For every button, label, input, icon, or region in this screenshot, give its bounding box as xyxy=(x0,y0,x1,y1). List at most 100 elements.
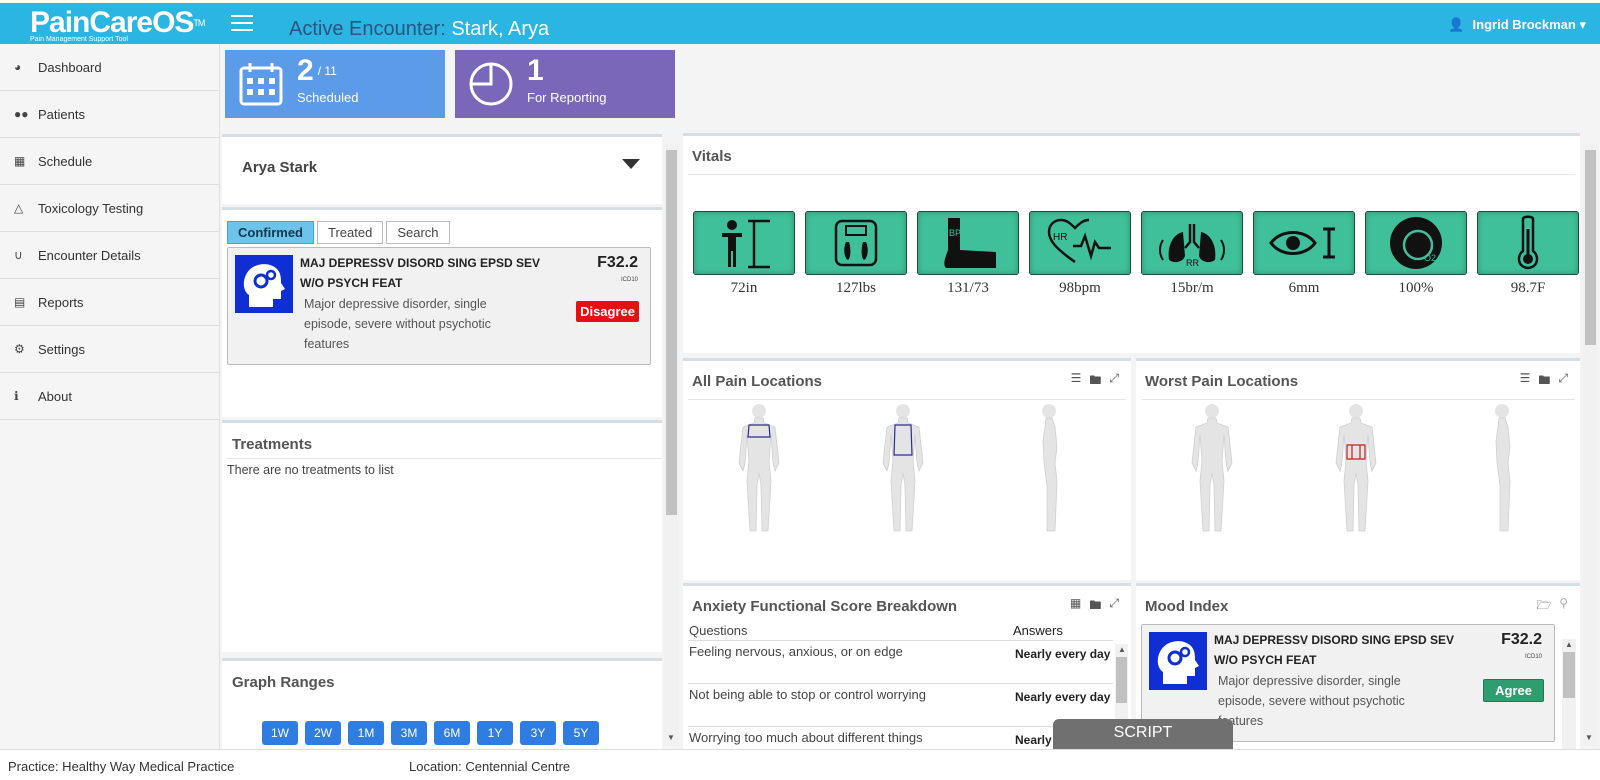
scheduled-tile[interactable]: 2/ 11 Scheduled xyxy=(225,50,445,118)
anxiety-title: Anxiety Functional Score Breakdown xyxy=(692,598,958,615)
vital-badge: BP xyxy=(949,228,961,238)
reporting-tile[interactable]: 1 For Reporting xyxy=(455,50,675,118)
logo[interactable]: PainCareOSTM Pain Management Support Too… xyxy=(30,8,205,44)
vital-temperature[interactable]: 98.7F xyxy=(1477,211,1579,297)
users-icon: ●● xyxy=(14,107,29,121)
vital-value: 98bpm xyxy=(1059,280,1101,296)
agree-button[interactable]: Agree xyxy=(1483,679,1544,702)
vital-oxygen[interactable]: O2 100% xyxy=(1365,211,1467,297)
oxygen-icon: O2 xyxy=(1365,211,1467,275)
expand-icon[interactable]: ⤢ xyxy=(1558,371,1568,392)
vital-value: 72in xyxy=(730,280,758,296)
sidebar-item-about[interactable]: ℹ About xyxy=(0,373,219,420)
eye-icon xyxy=(1253,211,1355,275)
sidebar-item-patients[interactable]: ●● Patients xyxy=(0,91,219,138)
vital-respiration[interactable]: RR 15br/m xyxy=(1141,211,1243,297)
blood-pressure-icon: BP xyxy=(917,211,1019,275)
vital-badge: O2 xyxy=(1424,253,1436,263)
answer-text: Nearly every day xyxy=(1015,647,1111,661)
body-diagram[interactable] xyxy=(1136,401,1580,541)
code-system: ICD10 xyxy=(620,277,638,283)
expand-icon[interactable]: ⤢ xyxy=(1109,371,1119,392)
body-diagram[interactable] xyxy=(683,401,1131,541)
encounter-patient: Stark, Arya xyxy=(451,18,550,40)
page-scrollbar[interactable]: ▼ xyxy=(1582,144,1598,746)
vital-height[interactable]: 72in xyxy=(693,211,795,297)
diagnosis-title: MAJ DEPRESSV DISORD SING EPSD SEV W/O PS… xyxy=(300,256,541,290)
range-1w-button[interactable]: 1W xyxy=(262,721,298,745)
lungs-icon: RR xyxy=(1141,211,1243,275)
vitals-title: Vitals xyxy=(692,148,732,165)
sidebar-item-settings[interactable]: ⚙ Settings xyxy=(0,326,219,373)
vital-value: 127lbs xyxy=(835,280,876,296)
search-icon[interactable]: ⚲ xyxy=(1559,596,1568,617)
sidebar-item-toxicology[interactable]: △ Toxicology Testing xyxy=(0,185,219,232)
treatments-empty: There are no treatments to list xyxy=(227,463,394,477)
range-2w-button[interactable]: 2W xyxy=(305,721,341,745)
answer-text: Nearly every day xyxy=(1015,690,1111,704)
folder-icon[interactable]: 🖿 xyxy=(1089,371,1101,392)
mood-index-title: Mood Index xyxy=(1145,598,1229,615)
column-header-questions: Questions xyxy=(689,623,748,638)
scale-icon xyxy=(805,211,907,275)
encounter-title: Active Encounter: Stark, Arya xyxy=(289,18,549,41)
mood-scrollbar[interactable]: ▲ xyxy=(1562,639,1576,750)
table-row: Not being able to stop or control worryi… xyxy=(688,684,1113,727)
question-text: Not being able to stop or control worryi… xyxy=(689,687,927,702)
list-icon[interactable]: ☰ xyxy=(1071,371,1082,392)
sidebar-item-label: Encounter Details xyxy=(38,247,141,263)
folder-icon[interactable]: 🖿 xyxy=(1538,371,1550,392)
grid-icon[interactable]: ▦ xyxy=(1070,596,1081,617)
left-column-scrollbar[interactable]: ▼ xyxy=(664,144,679,746)
vital-weight[interactable]: 127lbs xyxy=(805,211,907,297)
question-text: Feeling nervous, anxious, or on edge xyxy=(689,644,903,659)
tab-treated[interactable]: Treated xyxy=(317,221,384,244)
range-3y-button[interactable]: 3Y xyxy=(520,721,556,745)
range-3m-button[interactable]: 3M xyxy=(391,721,427,745)
menu-toggle-icon[interactable] xyxy=(231,15,253,31)
vital-badge: HR xyxy=(1053,232,1067,243)
user-name: Ingrid Brockman xyxy=(1472,17,1576,32)
script-button[interactable]: SCRIPT xyxy=(1053,719,1233,751)
vital-blood-pressure[interactable]: BP 131/73 xyxy=(917,211,1019,297)
cogs-icon: ⚙ xyxy=(14,342,25,356)
range-6m-button[interactable]: 6M xyxy=(434,721,470,745)
range-1m-button[interactable]: 1M xyxy=(348,721,384,745)
all-pain-panel: All Pain Locations ☰ 🖿 ⤢ xyxy=(683,358,1131,580)
practice-label: Practice: Healthy Way Medical Practice xyxy=(8,759,235,774)
tab-search[interactable]: Search xyxy=(386,221,450,244)
caret-down-icon: ▾ xyxy=(1579,17,1586,32)
calendar-icon xyxy=(225,50,297,118)
sidebar-item-label: Settings xyxy=(38,341,85,357)
heart-rate-icon: HR xyxy=(1029,211,1131,275)
column-header-answers: Answers xyxy=(1013,623,1063,638)
height-icon xyxy=(693,211,795,275)
diagnosis-card: MAJ DEPRESSV DISORD SING EPSD SEV W/O PS… xyxy=(227,247,651,365)
vital-value: 100% xyxy=(1398,280,1434,296)
bar-chart-icon: ▤ xyxy=(14,295,26,309)
list-icon[interactable]: ☰ xyxy=(1520,371,1531,392)
range-5y-button[interactable]: 5Y xyxy=(563,721,599,745)
caret-down-icon[interactable] xyxy=(622,159,640,169)
treatments-title: Treatments xyxy=(232,436,313,453)
vital-pupil[interactable]: 6mm xyxy=(1253,211,1355,297)
patient-selector[interactable]: Arya Stark xyxy=(222,134,662,204)
pie-chart-icon xyxy=(455,50,527,118)
disagree-button[interactable]: Disagree xyxy=(576,301,639,322)
diagnosis-code: F32.2 xyxy=(597,254,638,271)
sidebar-item-dashboard[interactable]: ◕ Dashboard xyxy=(0,44,219,91)
vital-heart-rate[interactable]: HR 98bpm xyxy=(1029,211,1131,297)
sidebar-item-schedule[interactable]: ▦ Schedule xyxy=(0,138,219,185)
expand-icon[interactable]: ⤢ xyxy=(1109,596,1119,617)
range-1y-button[interactable]: 1Y xyxy=(477,721,513,745)
user-menu[interactable]: 👤 Ingrid Brockman ▾ xyxy=(1448,17,1586,33)
graph-ranges-title: Graph Ranges xyxy=(232,674,335,691)
sidebar-item-encounter-details[interactable]: ∪ Encounter Details xyxy=(0,232,219,279)
vital-badge: RR xyxy=(1186,258,1199,268)
folder-open-icon[interactable]: 🗁 xyxy=(1536,596,1551,617)
sidebar-item-reports[interactable]: ▤ Reports xyxy=(0,279,219,326)
question-text: Worrying too much about different things xyxy=(689,730,923,745)
tab-confirmed[interactable]: Confirmed xyxy=(227,221,314,244)
folder-icon[interactable]: 🖿 xyxy=(1089,596,1101,617)
sidebar-item-label: Toxicology Testing xyxy=(38,200,144,216)
